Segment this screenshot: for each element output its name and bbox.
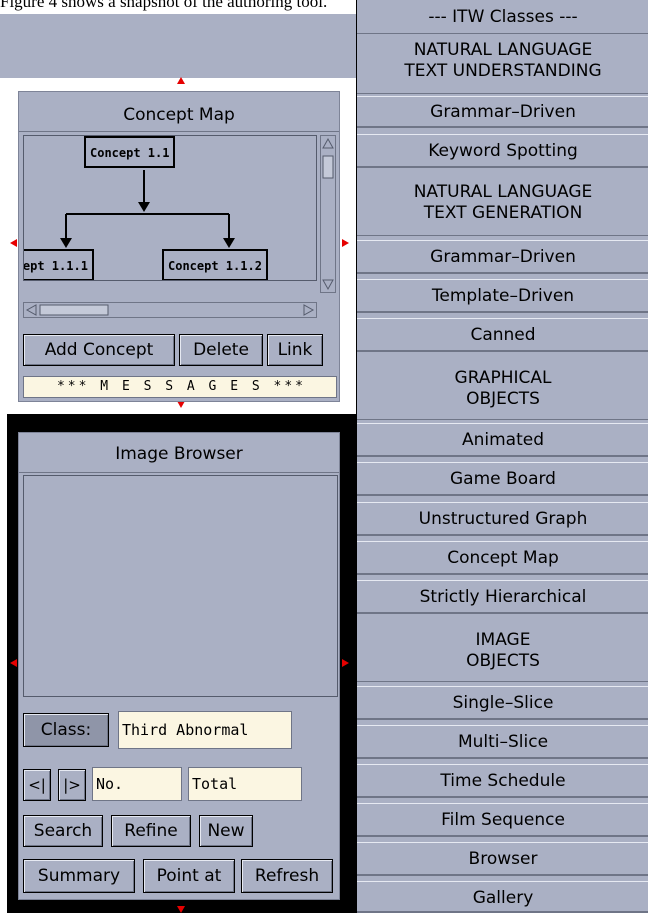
group-header-line: OBJECTS <box>466 651 540 671</box>
resize-handle-left-icon[interactable] <box>10 659 17 667</box>
scroll-thumb <box>322 155 334 179</box>
class-item-strictly-hierarchical[interactable]: Strictly Hierarchical <box>357 580 648 614</box>
resize-handle-right-icon[interactable] <box>342 239 349 247</box>
group-header-line: IMAGE <box>475 630 531 650</box>
group-header-nl-understanding: NATURAL LANGUAGE TEXT UNDERSTANDING <box>357 38 648 94</box>
class-item-template-driven[interactable]: Template–Driven <box>357 279 648 313</box>
image-browser-panel: Image Browser Class: Third Abnormal <| |… <box>18 432 340 900</box>
resize-handle-bottom-icon[interactable] <box>177 906 185 913</box>
concept-map-canvas[interactable]: Concept 1.1 Concept 1.1.1 Concept 1.1.2 <box>23 135 317 281</box>
class-item-game-board[interactable]: Game Board <box>357 462 648 496</box>
refine-button[interactable]: Refine <box>111 815 191 847</box>
group-header-line: TEXT UNDERSTANDING <box>404 61 602 81</box>
delete-button[interactable]: Delete <box>179 334 263 366</box>
class-item-time-schedule[interactable]: Time Schedule <box>357 764 648 798</box>
empty-workspace <box>0 14 356 78</box>
class-item-keyword-spotting[interactable]: Keyword Spotting <box>357 134 648 168</box>
concept-node-child-left[interactable]: Concept 1.1.1 <box>24 249 94 280</box>
concept-node-child-right[interactable]: Concept 1.1.2 <box>162 249 268 280</box>
concept-map-panel: Concept Map Concept 1.1 Concept 1.1.1 Co… <box>18 91 340 402</box>
resize-handle-right-icon[interactable] <box>342 659 349 667</box>
class-item-grammar-driven-generation[interactable]: Grammar–Driven <box>357 240 648 274</box>
next-button[interactable]: |> <box>58 769 86 801</box>
search-button[interactable]: Search <box>23 815 103 847</box>
scroll-thumb <box>39 304 109 316</box>
total-field[interactable]: Total <box>188 767 302 801</box>
class-item-film-sequence[interactable]: Film Sequence <box>357 803 648 837</box>
class-item-concept-map[interactable]: Concept Map <box>357 541 648 575</box>
point-at-button[interactable]: Point at <box>143 859 235 893</box>
class-item-single-slice[interactable]: Single–Slice <box>357 686 648 720</box>
figure-caption: Figure 4 shows a snapshot of the authori… <box>0 0 328 11</box>
group-header-line: TEXT GENERATION <box>423 203 583 223</box>
concept-map-horizontal-scrollbar[interactable] <box>23 302 317 318</box>
scroll-left-icon <box>25 304 37 316</box>
scroll-right-icon <box>303 304 315 316</box>
image-browser-title: Image Browser <box>19 433 339 473</box>
itw-classes-panel: --- ITW Classes --- NATURAL LANGUAGE TEX… <box>356 0 648 913</box>
class-field[interactable]: Third Abnormal <box>118 711 292 749</box>
add-concept-button[interactable]: Add Concept <box>23 334 175 366</box>
group-header-line: OBJECTS <box>466 389 540 409</box>
group-header-line: NATURAL LANGUAGE <box>413 40 593 60</box>
concept-map-title: Concept Map <box>19 92 339 132</box>
messages-bar: *** M E S S A G E S *** <box>23 376 337 398</box>
class-button[interactable]: Class: <box>23 713 109 747</box>
scroll-up-icon <box>322 137 334 149</box>
prev-button[interactable]: <| <box>23 769 51 801</box>
group-header-image-objects: IMAGE OBJECTS <box>357 626 648 682</box>
concept-map-vertical-scrollbar[interactable] <box>320 135 336 293</box>
group-header-nl-generation: NATURAL LANGUAGE TEXT GENERATION <box>357 180 648 236</box>
link-button[interactable]: Link <box>267 334 323 366</box>
resize-handle-left-icon[interactable] <box>10 239 17 247</box>
group-header-line: GRAPHICAL <box>454 368 552 388</box>
image-viewport[interactable] <box>23 475 338 697</box>
summary-button[interactable]: Summary <box>23 859 135 893</box>
class-item-animated[interactable]: Animated <box>357 423 648 457</box>
class-item-unstructured-graph[interactable]: Unstructured Graph <box>357 502 648 536</box>
class-item-gallery[interactable]: Gallery <box>357 881 648 913</box>
itw-classes-title: --- ITW Classes --- <box>357 0 648 34</box>
number-field[interactable]: No. <box>92 767 182 801</box>
class-item-browser[interactable]: Browser <box>357 842 648 876</box>
refresh-button[interactable]: Refresh <box>241 859 333 893</box>
concept-node-root[interactable]: Concept 1.1 <box>84 136 176 168</box>
group-header-line: NATURAL LANGUAGE <box>413 182 593 202</box>
group-header-graphical-objects: GRAPHICAL OBJECTS <box>357 364 648 420</box>
resize-handle-top-icon[interactable] <box>177 77 185 84</box>
class-item-grammar-driven-understanding[interactable]: Grammar–Driven <box>357 96 648 128</box>
class-item-canned[interactable]: Canned <box>357 318 648 352</box>
scroll-down-icon <box>322 279 334 291</box>
new-button[interactable]: New <box>199 815 253 847</box>
resize-handle-bottom-icon[interactable] <box>177 401 185 408</box>
class-item-multi-slice[interactable]: Multi–Slice <box>357 725 648 759</box>
